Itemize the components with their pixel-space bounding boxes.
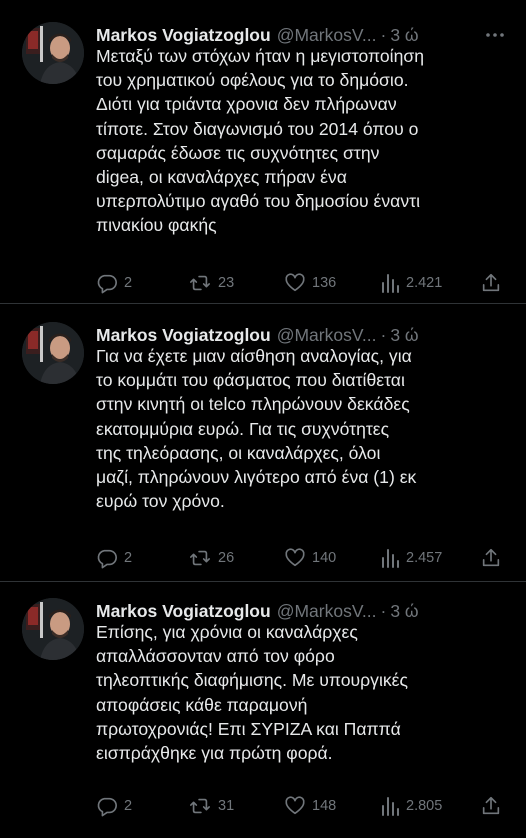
more-horizontal-icon[interactable]	[484, 25, 506, 45]
reply-count: 2	[124, 550, 133, 566]
separator-dot: ·	[380, 324, 387, 345]
tweet-text: Μεταξύ των στόχων ήταν η μεγιστοποίηση τ…	[96, 46, 424, 236]
retweet-button[interactable]: 23	[188, 271, 234, 295]
views-button[interactable]: 2.421	[380, 271, 442, 295]
reply-icon	[97, 549, 117, 569]
retweet-icon	[190, 550, 210, 566]
retweet-count: 31	[218, 798, 235, 814]
share-button[interactable]	[480, 794, 502, 818]
reply-count: 2	[124, 275, 133, 291]
views-chart-icon	[382, 274, 399, 293]
retweet-icon	[190, 275, 210, 291]
reply-button[interactable]: 2	[96, 546, 132, 570]
avatar-photo	[22, 322, 84, 384]
views-chart-icon	[382, 549, 399, 568]
reply-count: 2	[124, 798, 133, 814]
like-count: 140	[312, 550, 337, 566]
share-button[interactable]	[480, 271, 502, 295]
views-count: 2.805	[406, 798, 443, 814]
tweet-actions: 2 31 148 2.805	[96, 794, 510, 818]
avatar[interactable]	[22, 22, 84, 84]
share-button[interactable]	[480, 546, 502, 570]
retweet-button[interactable]: 31	[188, 794, 234, 818]
timestamp[interactable]: 3 ώ	[390, 325, 418, 346]
like-count: 148	[312, 798, 337, 814]
like-count: 136	[312, 275, 337, 291]
author-handle[interactable]: @MarkosV...	[277, 25, 377, 46]
author-name[interactable]: Markos Vogiatzoglou	[96, 601, 271, 622]
share-icon	[482, 796, 500, 815]
author-handle[interactable]: @MarkosV...	[277, 601, 377, 622]
avatar-photo	[22, 598, 84, 660]
separator-dot: ·	[380, 600, 387, 621]
retweet-count: 23	[218, 275, 235, 291]
reply-icon	[97, 274, 117, 294]
heart-icon	[285, 273, 305, 292]
retweet-count: 26	[218, 550, 235, 566]
tweet-text: Επίσης, για χρόνια οι καναλάρχες απαλλάσ…	[96, 622, 409, 764]
views-button[interactable]: 2.457	[380, 546, 442, 570]
author-handle[interactable]: @MarkosV...	[277, 325, 377, 346]
like-button[interactable]: 140	[284, 546, 336, 570]
tweet-actions: 2 23 136 2.421	[96, 271, 510, 295]
tweet[interactable]: Markos Vogiatzoglou @MarkosV... · 3 ώ Με…	[0, 22, 526, 298]
avatar[interactable]	[22, 598, 84, 660]
timestamp[interactable]: 3 ώ	[390, 25, 418, 46]
retweet-icon	[190, 798, 210, 814]
author-name[interactable]: Markos Vogiatzoglou	[96, 325, 271, 346]
tweet-text: Για να έχετε μιαν αίσθηση αναλογίας, για…	[96, 346, 417, 512]
like-button[interactable]: 148	[284, 794, 336, 818]
divider	[0, 581, 526, 582]
heart-icon	[285, 796, 305, 815]
reply-icon	[97, 797, 117, 817]
heart-icon	[285, 548, 305, 567]
retweet-button[interactable]: 26	[188, 546, 234, 570]
share-icon	[482, 273, 500, 292]
author-name[interactable]: Markos Vogiatzoglou	[96, 25, 271, 46]
avatar[interactable]	[22, 322, 84, 384]
share-icon	[482, 548, 500, 567]
views-count: 2.457	[406, 550, 443, 566]
separator-dot: ·	[380, 24, 387, 45]
tweet[interactable]: Markos Vogiatzoglou @MarkosV... · 3 ώ Γι…	[0, 322, 526, 572]
reply-button[interactable]: 2	[96, 271, 132, 295]
like-button[interactable]: 136	[284, 271, 336, 295]
views-button[interactable]: 2.805	[380, 794, 442, 818]
divider	[0, 303, 526, 304]
views-chart-icon	[382, 797, 399, 816]
reply-button[interactable]: 2	[96, 794, 132, 818]
timestamp[interactable]: 3 ώ	[390, 601, 418, 622]
views-count: 2.421	[406, 275, 443, 291]
tweet-actions: 2 26 140 2.457	[96, 546, 510, 570]
avatar-photo	[22, 22, 84, 84]
tweet[interactable]: Markos Vogiatzoglou @MarkosV... · 3 ώ Επ…	[0, 598, 526, 823]
